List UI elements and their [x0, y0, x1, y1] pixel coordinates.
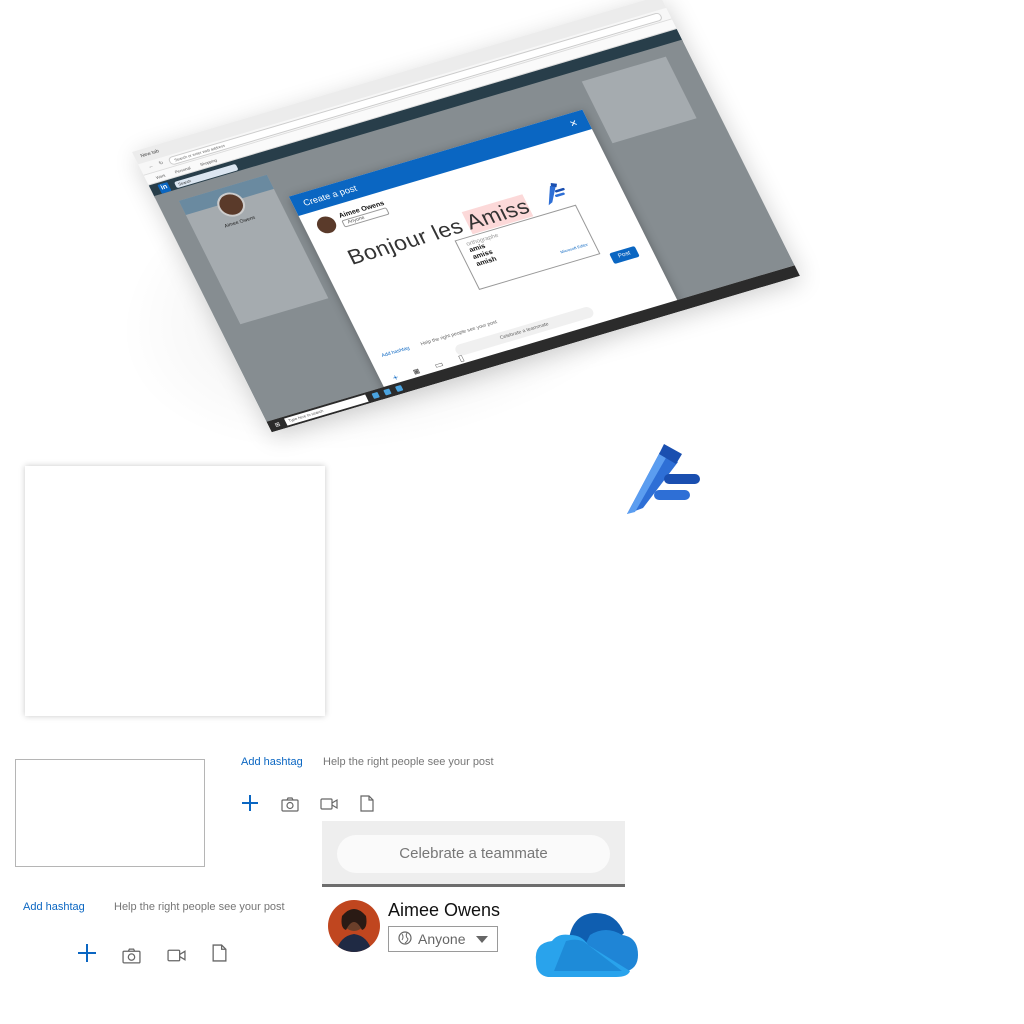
chevron-down-icon: [476, 935, 488, 943]
news-card: [581, 56, 697, 144]
plus-icon[interactable]: [239, 792, 261, 814]
video-icon[interactable]: [318, 793, 340, 815]
editor-brand: Microsoft Editor: [559, 241, 589, 255]
camera-icon[interactable]: [279, 793, 301, 815]
document-icon[interactable]: [208, 942, 230, 964]
audience-dropdown[interactable]: Anyone: [388, 926, 498, 952]
plus-icon[interactable]: [76, 942, 98, 964]
blank-box: [15, 759, 205, 867]
back-icon[interactable]: ←: [147, 163, 155, 170]
celebrate-teammate-button[interactable]: Celebrate a teammate: [337, 835, 610, 873]
microsoft-editor-pen-icon: [620, 436, 704, 520]
avatar: [328, 900, 380, 952]
hashtag-help-text: Help the right people see your post: [114, 901, 285, 913]
onedrive-cloud-icon: [530, 905, 640, 981]
refresh-icon[interactable]: ↻: [158, 160, 165, 167]
camera-icon[interactable]: [120, 944, 142, 966]
add-hashtag-link[interactable]: Add hashtag: [241, 756, 303, 768]
dialog-add-hashtag[interactable]: Add hashtag: [381, 345, 411, 358]
globe-icon: [398, 930, 412, 948]
taskbar-app-icon[interactable]: [383, 388, 392, 396]
post-button[interactable]: Post: [609, 245, 640, 265]
audience-label: Anyone: [418, 931, 466, 947]
taskbar-app-icon[interactable]: [394, 384, 404, 392]
laptop-mockup: New tab ← ↻ Search or enter web address …: [40, 0, 800, 517]
user-name: Aimee Owens: [388, 900, 501, 920]
favorite-item[interactable]: Work: [155, 172, 166, 179]
hashtag-help-text: Help the right people see your post: [323, 756, 494, 768]
windows-icon[interactable]: ⊞: [273, 421, 282, 429]
video-icon[interactable]: [165, 944, 187, 966]
close-icon[interactable]: ✕: [568, 117, 580, 129]
add-hashtag-link[interactable]: Add hashtag: [23, 901, 85, 913]
taskbar-app-icon[interactable]: [371, 391, 381, 399]
blank-card: [25, 466, 325, 716]
celebrate-panel: Celebrate a teammate: [322, 821, 625, 887]
document-icon[interactable]: [356, 792, 378, 814]
